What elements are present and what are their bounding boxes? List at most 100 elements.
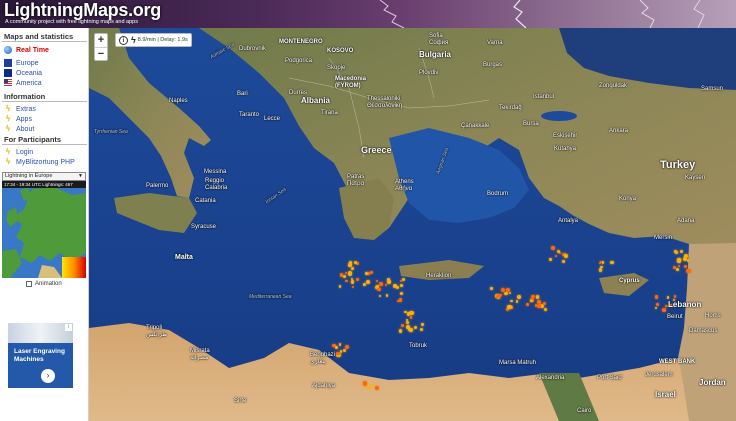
lightning-strike-marker <box>398 329 402 333</box>
label-macedonia: Macedonia (FYROM) <box>335 76 367 89</box>
lightning-strike-marker <box>413 325 418 329</box>
label-varna: Varna <box>487 40 503 46</box>
lightning-strike-marker <box>600 265 603 269</box>
zoom-out-button[interactable]: − <box>95 47 107 60</box>
sidebar-item-europe[interactable]: Europe <box>0 58 89 68</box>
myblitzortung-link[interactable]: MyBlitzortung PHP <box>16 159 75 166</box>
label-konya: Konya <box>619 196 637 202</box>
label-israel: Israel <box>655 390 676 399</box>
lightning-strike-marker <box>598 268 603 272</box>
sidebar-item-myblitzortung[interactable]: ϟ MyBlitzortung PHP <box>0 157 89 167</box>
lightning-strike-marker <box>384 283 387 286</box>
animation-toggle[interactable]: Animation <box>26 281 62 287</box>
strike-rate-text: 8.9/min | Delay: 1.9s <box>137 37 188 43</box>
logo-lightning: Lightning <box>4 0 84 20</box>
sidebar-item-about[interactable]: ϟ About <box>0 124 89 134</box>
label-taranto: Taranto <box>239 112 260 118</box>
label-sirte: Sirte <box>234 398 247 404</box>
label-tripoli: Tripoli طرابلس <box>146 325 168 338</box>
europe-minimap[interactable]: 17:34 - 19:34 UTC Lightnings: 467 <box>2 181 86 278</box>
label-beirut: Beirut <box>667 314 683 320</box>
animation-checkbox[interactable] <box>26 281 32 287</box>
label-mediterranean-sea: Mediterranean Sea <box>249 294 292 300</box>
bolt-icon: ϟ <box>5 114 11 123</box>
lightning-strike-marker <box>336 351 340 356</box>
sidebar-item-extras[interactable]: ϟ Extras <box>0 104 89 114</box>
bolt-icon: ϟ <box>5 104 11 113</box>
about-link[interactable]: About <box>16 126 34 133</box>
lightning-strike-marker <box>344 271 348 274</box>
label-dubrovnik: Dubrovnik <box>239 46 267 52</box>
lightning-strike-marker <box>378 281 383 286</box>
zoom-in-button[interactable]: + <box>95 34 107 47</box>
oceania-link[interactable]: Oceania <box>16 70 42 77</box>
label-heraklion: Heraklion <box>426 273 452 279</box>
lightning-strike-marker <box>338 285 342 288</box>
label-misrata: Misrata مصراتة <box>190 348 210 361</box>
login-link[interactable]: Login <box>16 149 33 156</box>
label-podgorica: Podgorica <box>285 58 313 64</box>
label-tirana: Tirana <box>321 110 338 116</box>
info-icon[interactable]: i <box>119 35 128 45</box>
label-ajdabiya: Ajdabiya <box>312 383 336 389</box>
lightning-strike-marker <box>542 301 546 305</box>
label-istanbul: Istanbul <box>533 94 555 100</box>
lightning-strike-marker <box>683 254 688 258</box>
sidebar-item-oceania[interactable]: Oceania <box>0 68 89 78</box>
label-lecce: Lecce <box>264 116 281 122</box>
participants-section-title: For Participants <box>2 135 87 145</box>
label-tobruk: Tobruk <box>409 343 428 349</box>
label-palermo: Palermo <box>146 183 169 189</box>
sidebar-item-america[interactable]: America <box>0 78 89 88</box>
apps-link[interactable]: Apps <box>16 116 32 123</box>
lightning-strike-marker <box>355 277 359 281</box>
lightning-map[interactable]: Albania Greece Turkey Bulgaria Macedonia… <box>89 28 736 421</box>
logo-org: .org <box>128 0 161 20</box>
site-logo[interactable]: LightningMaps.org <box>4 0 161 21</box>
label-kosovo: KOSOVO <box>327 48 354 54</box>
sidebar-item-apps[interactable]: ϟ Apps <box>0 114 89 124</box>
chevron-right-icon[interactable]: › <box>41 369 55 383</box>
advertisement[interactable]: i Laser Engraving Machines › <box>8 323 73 388</box>
lightning-strike-marker <box>530 299 533 303</box>
ad-choices-icon[interactable]: i <box>65 324 72 331</box>
chevron-down-icon: ▼ <box>78 173 83 179</box>
label-greece: Greece <box>361 145 392 155</box>
label-antalya: Antalya <box>558 218 579 224</box>
label-messina: Messina <box>204 169 227 175</box>
lightning-strike-marker <box>377 287 381 292</box>
lightning-strike-marker <box>676 268 680 271</box>
eu-flag-icon <box>4 59 12 67</box>
label-jordan: Jordan <box>699 378 726 387</box>
label-port-said: Port Said <box>597 375 622 381</box>
lightning-strike-marker <box>601 261 604 264</box>
lightning-strike-marker <box>339 350 342 353</box>
label-albania: Albania <box>301 96 330 105</box>
site-header: LightningMaps.org A community project wi… <box>0 0 736 28</box>
label-naples: Naples <box>169 98 188 104</box>
label-benghazi: Benghazi بنغازي <box>310 352 336 365</box>
sidebar: Maps and statistics Real Time Europe Oce… <box>0 28 89 421</box>
label-alexandria: Alexandria <box>536 375 565 381</box>
sidebar-item-login[interactable]: ϟ Login <box>0 147 89 157</box>
america-link[interactable]: America <box>16 80 42 87</box>
label-bodrum: Bodrum <box>487 191 509 197</box>
sidebar-item-real-time[interactable]: Real Time <box>0 45 89 55</box>
label-athens: Athens Αθήνα <box>395 179 414 192</box>
minimap-time-label: 17:34 - 19:34 UTC Lightnings: 467 <box>2 181 86 188</box>
europe-link[interactable]: Europe <box>16 60 39 67</box>
label-malta: Malta <box>175 254 193 261</box>
lightning-strike-marker <box>409 316 413 319</box>
label-eskisehir: Eskişehir <box>553 133 578 139</box>
region-select-value: Lightning in Europe <box>5 173 53 179</box>
label-west-bank: WEST BANK <box>659 359 696 365</box>
lightning-strike-marker <box>370 271 373 274</box>
real-time-link[interactable]: Real Time <box>16 47 49 54</box>
animation-label: Animation <box>35 281 62 287</box>
extras-link[interactable]: Extras <box>16 106 36 113</box>
map-status-bar: i ϟ 8.9/min | Delay: 1.9s <box>115 33 192 47</box>
region-select[interactable]: Lightning in Europe ▼ <box>2 172 86 181</box>
site-tagline: A community project with free lightning … <box>5 19 138 25</box>
zoom-control: + − <box>94 33 108 61</box>
au-flag-icon <box>4 69 12 77</box>
